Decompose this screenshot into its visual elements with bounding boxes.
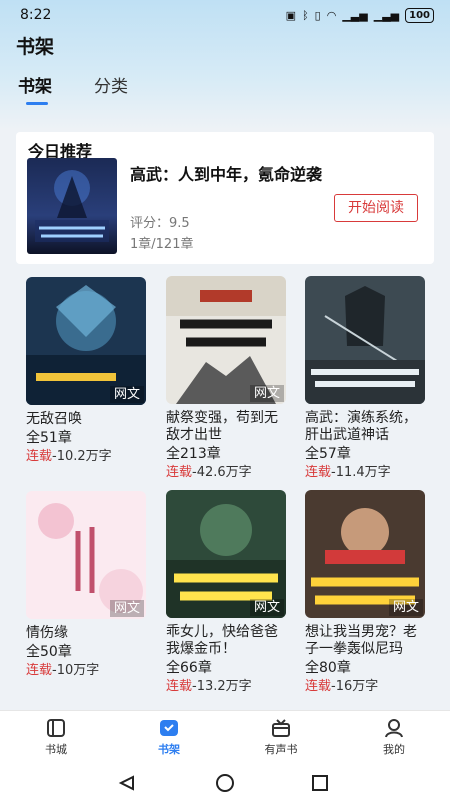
book-cover-image[interactable] (305, 276, 425, 404)
recommend-score: 评分：9.5 (130, 216, 190, 231)
bluetooth-icon: ᛒ (302, 8, 309, 22)
book-tag: 网文 (109, 600, 144, 617)
signal-icon-2: ▁▃▅ (373, 8, 400, 22)
book-item[interactable]: 网文 无敌召唤 全51章 连载-10.2万字 (26, 277, 150, 465)
today-recommend-card[interactable]: 今日推荐 高武：人到中年，氪命逆袭 评分：9.5 1章/121章 开始阅读 (16, 132, 434, 264)
book-title[interactable]: 无敌召唤 (26, 411, 146, 428)
book-cover-image[interactable]: 网文 (166, 490, 286, 618)
book-title[interactable]: 想让我当男宠？老子一拳轰似尼玛 (305, 624, 425, 658)
book-chapter-count: 全57章 (305, 446, 351, 462)
start-reading-button[interactable]: 开始阅读 (334, 194, 418, 222)
tab-bar: 书架 分类 (0, 72, 450, 108)
recents-icon[interactable] (312, 775, 328, 791)
book-chapter-count: 全66章 (166, 660, 212, 676)
word-count: -10万字 (52, 663, 100, 678)
recommend-cover-image[interactable] (27, 158, 117, 254)
book-chapter-count: 全80章 (305, 660, 351, 676)
book-status: 连载-10万字 (26, 662, 150, 679)
recommend-chapters: 1章/121章 (130, 237, 194, 252)
serial-label: 连载 (305, 465, 332, 480)
nav-audiobook[interactable]: 有声书 (251, 717, 311, 757)
page-title: 书架 (16, 36, 55, 58)
book-title[interactable]: 情伤缘 (26, 625, 146, 642)
bookstore-icon (47, 719, 65, 737)
nav-label: 我的 (383, 743, 405, 756)
serial-label: 连载 (166, 465, 193, 480)
book-cover-image[interactable]: 网文 (26, 277, 146, 405)
book-item[interactable]: 网文 想让我当男宠？老子一拳轰似尼玛 全80章 连载-16万字 (305, 490, 429, 695)
tab-bookshelf[interactable]: 书架 (18, 72, 52, 97)
book-chapter-count: 全213章 (166, 446, 221, 462)
nfc-icon: ▣ (285, 8, 297, 22)
book-item[interactable]: 网文 乖女儿，快给爸爸我爆金币！ 全66章 连载-13.2万字 (166, 490, 290, 695)
tab-indicator (26, 102, 48, 105)
book-cover-image[interactable]: 网文 (305, 490, 425, 618)
recommend-book-title[interactable]: 高武：人到中年，氪命逆袭 (130, 164, 330, 185)
word-count: -16万字 (331, 679, 379, 694)
book-tag: 网文 (249, 599, 284, 616)
status-icons: ▣ ᛒ ▯ ◠ ▁▃▅ ▁▃▅ 100 (285, 7, 434, 23)
serial-label: 连载 (166, 679, 193, 694)
book-chapter-count: 全51章 (26, 430, 72, 446)
tab-category[interactable]: 分类 (94, 72, 128, 97)
book-status: 连载-13.2万字 (166, 678, 290, 695)
nav-label: 有声书 (264, 743, 298, 756)
book-cover-image[interactable]: 网文 (26, 491, 146, 619)
wifi-icon: ◠ (326, 8, 337, 22)
nav-profile[interactable]: 我的 (364, 717, 424, 757)
serial-label: 连载 (26, 449, 53, 464)
serial-label: 连载 (26, 663, 53, 678)
home-icon[interactable] (216, 774, 234, 792)
nav-label: 书架 (158, 743, 180, 756)
nav-label: 书城 (45, 743, 67, 756)
book-item[interactable]: 高武：演练系统，肝出武道神话 全57章 连载-11.4万字 (305, 276, 429, 481)
status-time: 8:22 (20, 7, 52, 23)
nav-bookstore[interactable]: 书城 (26, 717, 86, 757)
battery-icon: 100 (405, 7, 434, 23)
status-bar: 8:22 ▣ ᛒ ▯ ◠ ▁▃▅ ▁▃▅ 100 (0, 0, 450, 30)
book-status: 连载-16万字 (305, 678, 429, 695)
word-count: -13.2万字 (192, 679, 252, 694)
bottom-nav: 书城 书架 有声书 我的 (0, 710, 450, 765)
book-status: 连载-10.2万字 (26, 448, 150, 465)
vibrate-icon: ▯ (314, 8, 321, 22)
serial-label: 连载 (305, 679, 332, 694)
book-cover-image[interactable]: 网文 (166, 276, 286, 404)
book-status: 连载-11.4万字 (305, 464, 429, 481)
book-title[interactable]: 乖女儿，快给爸爸我爆金币！ (166, 624, 286, 658)
word-count: -10.2万字 (52, 449, 112, 464)
word-count: -11.4万字 (331, 465, 391, 480)
system-nav-bar (0, 765, 450, 800)
book-item[interactable]: 网文 情伤缘 全50章 连载-10万字 (26, 491, 150, 679)
book-status: 连载-42.6万字 (166, 464, 290, 481)
bookshelf-icon (160, 720, 178, 736)
signal-icon: ▁▃▅ (342, 8, 368, 22)
book-item[interactable]: 网文 献祭变强，苟到无敌才出世 全213章 连载-42.6万字 (166, 276, 290, 481)
book-tag: 网文 (388, 599, 423, 616)
nav-bookshelf[interactable]: 书架 (139, 717, 199, 757)
book-chapter-count: 全50章 (26, 644, 72, 660)
book-tag: 网文 (109, 386, 144, 403)
back-icon[interactable] (118, 775, 134, 791)
profile-icon (385, 719, 403, 738)
book-title[interactable]: 献祭变强，苟到无敌才出世 (166, 410, 286, 444)
book-tag: 网文 (249, 385, 284, 402)
audiobook-icon (272, 719, 290, 737)
word-count: -42.6万字 (192, 465, 252, 480)
book-title[interactable]: 高武：演练系统，肝出武道神话 (305, 410, 425, 444)
